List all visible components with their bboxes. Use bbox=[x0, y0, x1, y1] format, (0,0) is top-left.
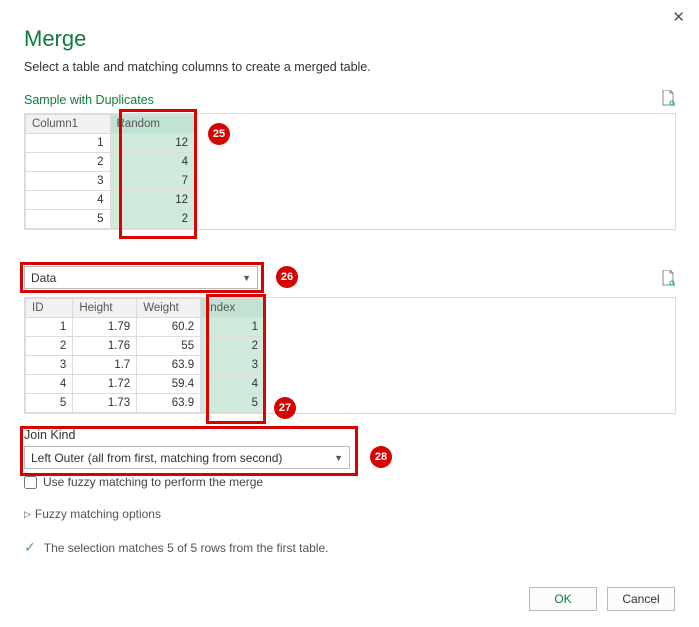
table-row[interactable]: 41.7259.44 bbox=[26, 375, 265, 394]
table-row[interactable]: 21.76552 bbox=[26, 337, 265, 356]
chevron-down-icon: ▼ bbox=[242, 273, 251, 283]
cancel-button[interactable]: Cancel bbox=[607, 587, 675, 611]
table-header-row: Column1 Random bbox=[26, 115, 195, 134]
source1-label: Sample with Duplicates bbox=[24, 93, 154, 107]
col-weight[interactable]: Weight bbox=[137, 299, 201, 318]
close-icon[interactable]: ✕ bbox=[672, 8, 685, 26]
dialog-subtitle: Select a table and matching columns to c… bbox=[24, 60, 675, 74]
fuzzy-options-label: Fuzzy matching options bbox=[35, 507, 161, 521]
join-kind-dropdown[interactable]: Left Outer (all from first, matching fro… bbox=[24, 446, 350, 469]
source2-selected: Data bbox=[31, 271, 56, 285]
callout-28: 28 bbox=[370, 446, 392, 468]
fuzzy-options-expander[interactable]: ▷ Fuzzy matching options bbox=[24, 507, 675, 521]
source2-dropdown[interactable]: Data ▼ bbox=[24, 266, 258, 289]
col-column1[interactable]: Column1 bbox=[26, 115, 111, 134]
dialog-title: Merge bbox=[24, 26, 675, 52]
join-kind-label: Join Kind bbox=[24, 428, 675, 442]
table-row[interactable]: 51.7363.95 bbox=[26, 394, 265, 413]
table-row[interactable]: 112 bbox=[26, 134, 195, 153]
table-row[interactable]: 24 bbox=[26, 153, 195, 172]
table-header-row: ID Height Weight Index bbox=[26, 299, 265, 318]
col-random[interactable]: Random bbox=[110, 115, 195, 134]
checkmark-icon: ✓ bbox=[24, 539, 36, 556]
ok-button[interactable]: OK bbox=[529, 587, 597, 611]
fuzzy-match-label: Use fuzzy matching to perform the merge bbox=[43, 475, 263, 489]
preview-icon[interactable] bbox=[661, 270, 675, 289]
col-height[interactable]: Height bbox=[73, 299, 137, 318]
source2-table[interactable]: ID Height Weight Index 11.7960.21 21.765… bbox=[25, 298, 265, 413]
join-kind-value: Left Outer (all from first, matching fro… bbox=[31, 451, 282, 465]
match-status: The selection matches 5 of 5 rows from t… bbox=[44, 541, 329, 555]
chevron-down-icon: ▼ bbox=[334, 453, 343, 463]
source1-table[interactable]: Column1 Random 112 24 37 412 52 bbox=[25, 114, 195, 229]
table-row[interactable]: 11.7960.21 bbox=[26, 318, 265, 337]
callout-26: 26 bbox=[276, 266, 298, 288]
preview-icon[interactable] bbox=[661, 90, 675, 109]
triangle-right-icon: ▷ bbox=[24, 509, 31, 520]
table-row[interactable]: 37 bbox=[26, 172, 195, 191]
col-id[interactable]: ID bbox=[26, 299, 73, 318]
table-row[interactable]: 412 bbox=[26, 191, 195, 210]
col-index[interactable]: Index bbox=[201, 299, 265, 318]
fuzzy-match-checkbox[interactable] bbox=[24, 476, 37, 489]
table-row[interactable]: 52 bbox=[26, 210, 195, 229]
table-row[interactable]: 31.763.93 bbox=[26, 356, 265, 375]
